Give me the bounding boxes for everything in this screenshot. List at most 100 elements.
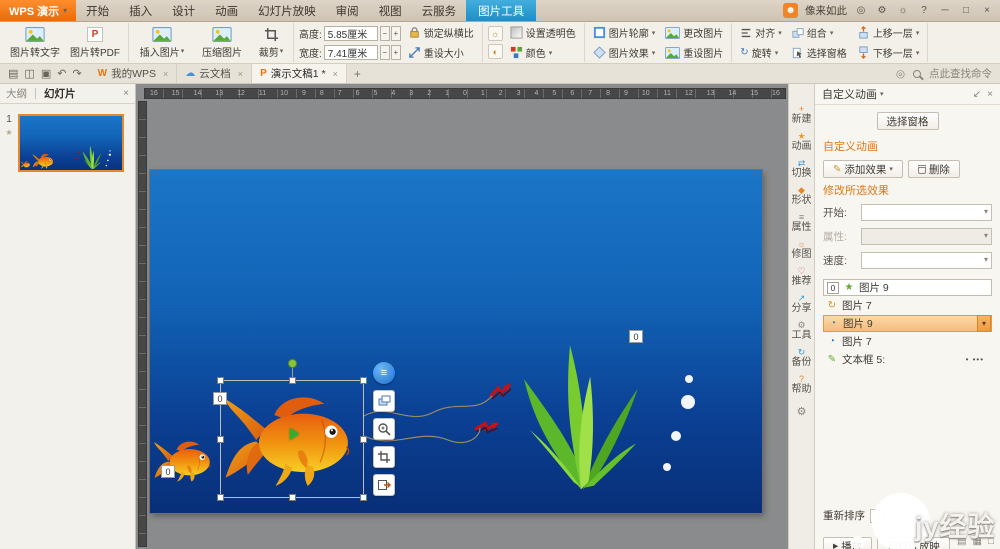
gear-icon[interactable]: ⚙ [797, 405, 807, 418]
add-effect-button[interactable]: ✎ 添加效果 ▾ [823, 160, 903, 178]
menu-tab[interactable]: 视图 [369, 0, 412, 21]
slide-canvas[interactable] [20, 116, 122, 170]
undo-icon[interactable]: ↶ [57, 67, 66, 80]
animation-list-item[interactable]: 0 ★ 图片 9 ▾ [823, 279, 992, 296]
menu-tab[interactable]: 插入 [119, 0, 162, 21]
picture-effects-button[interactable]: 图片效果 ▾ [590, 45, 659, 61]
app-logo[interactable]: WPS 演示 ▾ [0, 0, 77, 21]
width-increase-button[interactable]: + [390, 44, 401, 60]
view-grid-icon[interactable]: ▦ [973, 536, 982, 547]
side-tab[interactable]: ? 帮助 [789, 372, 814, 397]
animation-list-item[interactable]: ◔ 图片 7 ▾ [823, 333, 992, 350]
width-input[interactable] [323, 44, 378, 60]
delete-effect-button[interactable]: 删除 [907, 160, 960, 178]
side-tab[interactable]: ≡ 属性 [789, 210, 814, 235]
side-tab[interactable]: ↻ 备份 [789, 345, 814, 370]
side-tab[interactable]: ⇄ 切换 [789, 156, 814, 181]
close-icon[interactable]: × [987, 89, 993, 100]
maximize-icon[interactable]: □ [959, 5, 973, 16]
set-transparent-color-button[interactable]: 设置透明色 [507, 25, 579, 41]
bubble[interactable] [105, 164, 108, 167]
menu-tab[interactable]: 云服务 [412, 0, 467, 21]
send-backward-button[interactable]: 下移一层 ▾ [854, 45, 923, 61]
tab-slides[interactable]: 幻灯片 [44, 86, 76, 101]
chevron-down-icon[interactable]: ▾ [880, 90, 884, 98]
theme-icon[interactable]: ☼ [896, 5, 910, 16]
close-icon[interactable]: × [123, 88, 129, 99]
reset-picture-button[interactable]: 重设图片 [662, 45, 726, 61]
slide-thumbnail[interactable] [18, 114, 124, 172]
resize-handle[interactable] [360, 377, 367, 384]
bubble[interactable] [107, 159, 109, 162]
close-icon[interactable]: × [980, 5, 994, 16]
height-decrease-button[interactable]: − [379, 25, 390, 41]
tab-outline[interactable]: 大纲 [6, 86, 27, 101]
side-tab[interactable]: ★ 动画 [789, 129, 814, 154]
effect-option-dropdown[interactable] [861, 252, 992, 269]
effect-option-dropdown[interactable] [861, 204, 992, 221]
minimize-icon[interactable]: ─ [938, 5, 952, 16]
new-tab-button[interactable]: + [347, 64, 368, 83]
view-slideshow-icon[interactable]: □ [988, 536, 994, 547]
width-decrease-button[interactable]: − [379, 44, 390, 60]
brightness-up-button[interactable]: ☼ [487, 26, 503, 41]
document-tab[interactable]: W 我的WPS [90, 64, 178, 83]
rotate-button[interactable]: ↻ 旋转 ▾ [737, 45, 785, 61]
seaweed-image[interactable] [81, 144, 103, 170]
bubble[interactable] [663, 463, 671, 471]
redo-icon[interactable]: ↷ [72, 67, 81, 80]
side-tab[interactable]: + 新建 [789, 102, 814, 127]
red-arrow-shape[interactable] [472, 414, 503, 441]
menu-tab[interactable]: 审阅 [326, 0, 369, 21]
red-arrow-shape[interactable] [488, 382, 514, 402]
help-icon[interactable]: ? [917, 5, 931, 16]
animation-list-item[interactable]: ◔ 图片 9 ▾ [823, 315, 992, 332]
side-tab[interactable]: ☼ 修图 [789, 237, 814, 262]
export-button[interactable] [373, 474, 395, 496]
bubble[interactable] [108, 153, 112, 156]
side-tab[interactable]: ♡ 推荐 [789, 264, 814, 289]
play-button[interactable]: ▸ 播放 [823, 537, 873, 549]
pic-to-text-button[interactable]: 图片转文字 [7, 24, 63, 62]
user-avatar[interactable]: ☻ [783, 3, 798, 18]
crop-frame-button[interactable] [373, 446, 395, 468]
menu-tab[interactable]: 设计 [162, 0, 205, 21]
contrast-button[interactable]: ◐ [487, 44, 503, 59]
document-tab[interactable]: P 演示文稿1 * [252, 64, 347, 83]
search-command-hint[interactable]: 点此查找命令 [929, 66, 992, 81]
notification-icon[interactable]: ◎ [896, 68, 905, 80]
slide-canvas[interactable]: 0 0 0 ≡ [150, 170, 762, 513]
save-icon[interactable]: ◫ [24, 67, 34, 80]
menu-tab[interactable]: 幻灯片放映 [248, 0, 326, 21]
height-input[interactable] [323, 25, 378, 41]
align-button[interactable]: 对齐 ▾ [737, 25, 785, 41]
move-up-button[interactable]: ↑ [870, 508, 884, 523]
open-icon[interactable]: ▤ [8, 67, 18, 80]
seaweed-image[interactable] [515, 338, 647, 494]
selection-pane-button[interactable]: 选择窗格 [876, 112, 939, 130]
animation-list-item[interactable]: ✎ 文本框 5: • ••• ▾ [823, 351, 992, 368]
notification-icon[interactable]: ◎ [854, 5, 868, 16]
bubble[interactable] [109, 150, 111, 152]
compress-picture-button[interactable]: 压缩图片 [194, 24, 250, 62]
menu-tab[interactable]: 动画 [205, 0, 248, 21]
lock-aspect-ratio-toggle[interactable]: 锁定纵横比 [405, 25, 477, 41]
effect-option-dropdown[interactable] [861, 228, 992, 245]
color-button[interactable]: 颜色 ▾ [507, 45, 579, 61]
gear-icon[interactable]: ⚙ [875, 5, 889, 16]
picture-outline-button[interactable]: 图片轮廓 ▾ [590, 25, 659, 41]
resize-handle[interactable] [289, 377, 296, 384]
resize-handle[interactable] [360, 436, 367, 443]
side-tab[interactable]: ◆ 形状 [789, 183, 814, 208]
resize-handle[interactable] [360, 494, 367, 501]
resize-handle[interactable] [217, 436, 224, 443]
animation-list-item[interactable]: ↻ 图片 7 ▾ [823, 297, 992, 314]
print-icon[interactable]: ▣ [41, 67, 51, 80]
height-increase-button[interactable]: + [390, 25, 401, 41]
document-tab[interactable]: ☁ 云文档 [177, 64, 253, 83]
pic-to-pdf-button[interactable]: P 图片转PDF [67, 24, 123, 62]
quick-style-button[interactable]: ≡ [373, 362, 395, 384]
side-tab[interactable]: ↗ 分享 [789, 291, 814, 316]
context-tab-picture-tools[interactable]: 图片工具 [466, 0, 537, 21]
red-arrow-shape[interactable] [73, 156, 79, 162]
